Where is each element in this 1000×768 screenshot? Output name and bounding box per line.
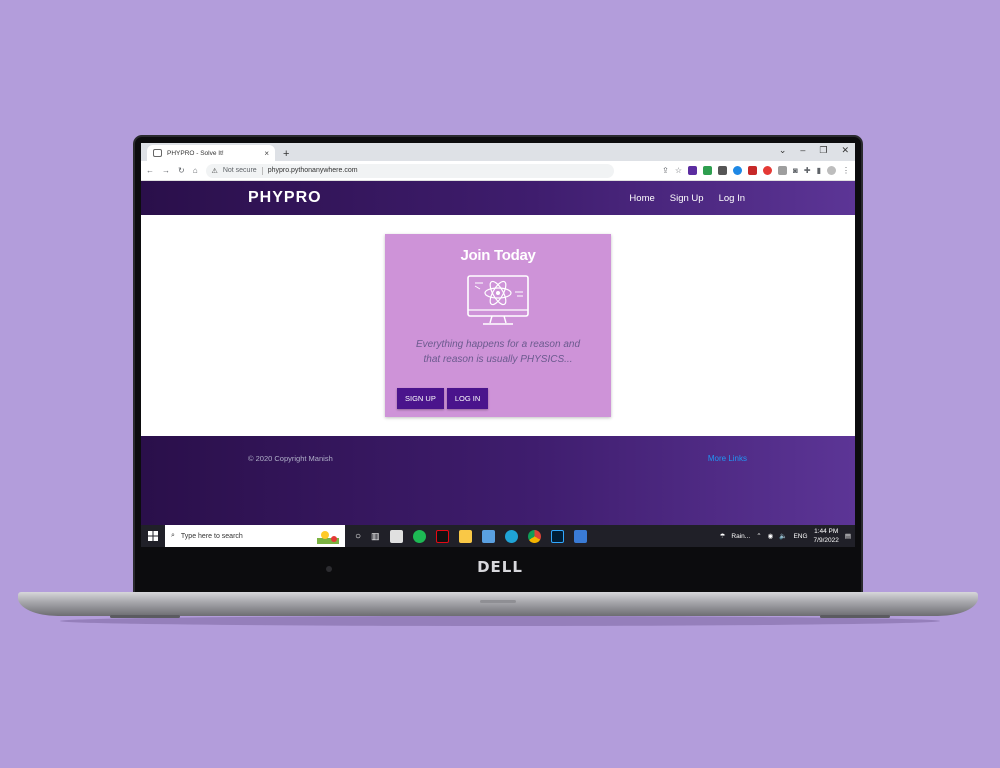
extension-icon[interactable] <box>703 166 713 175</box>
extension-icon[interactable] <box>748 166 758 175</box>
laptop-hinge-notch <box>480 600 516 603</box>
search-placeholder: Type here to search <box>180 532 243 540</box>
address-bar[interactable]: ⚠ Not secure phypro.pythonanywhere.com <box>205 163 615 178</box>
taskbar-search[interactable]: ⌕ Type here to search <box>165 525 345 547</box>
windows-taskbar: ⌕ Type here to search ○ ▥ ☂ Rain... ⌃ ◉ … <box>141 525 855 547</box>
site-footer: © 2020 Copyright Manish More Links <box>141 436 855 525</box>
tab-search-icon[interactable]: ⌄ <box>779 145 787 156</box>
profile-avatar[interactable] <box>827 166 836 175</box>
photos-icon[interactable] <box>573 529 587 543</box>
extension-icon[interactable] <box>688 166 698 175</box>
window-controls: ⌄ – ❐ ✕ <box>779 145 849 156</box>
webcam <box>326 566 332 572</box>
favicon-icon <box>153 149 162 157</box>
warning-icon: ⚠ <box>211 167 218 175</box>
browser-toolbar: ← → ↻ ⌂ ⚠ Not secure phypro.pythonanywhe… <box>141 161 855 181</box>
taskbar-apps: ○ ▥ <box>345 529 587 543</box>
card-title: Join Today <box>460 247 536 264</box>
bookmark-star-icon[interactable]: ☆ <box>675 166 682 175</box>
laptop-shadow <box>60 616 940 626</box>
show-hidden-icons-icon[interactable]: ⌃ <box>756 532 761 540</box>
camera-icon[interactable]: ◙ <box>793 166 798 175</box>
more-links-link[interactable]: More Links <box>708 454 747 463</box>
close-tab-icon[interactable]: × <box>264 149 269 158</box>
extension-icon[interactable] <box>778 166 788 175</box>
network-icon[interactable]: ◉ <box>768 532 774 540</box>
close-window-icon[interactable]: ✕ <box>841 145 849 156</box>
menu-dots-icon[interactable]: ⋮ <box>842 166 850 175</box>
extension-icon[interactable] <box>733 166 743 175</box>
minimize-icon[interactable]: – <box>800 145 805 156</box>
extension-icon[interactable] <box>718 166 728 175</box>
nav-home-link[interactable]: Home <box>629 193 654 204</box>
login-button[interactable]: LOG IN <box>446 388 489 409</box>
notifications-icon[interactable]: ▤ <box>845 532 851 540</box>
weather-text[interactable]: Rain... <box>731 533 750 540</box>
main-content: Join Today Everything happens for a reas… <box>141 215 855 436</box>
address-divider <box>261 166 263 175</box>
spotify-icon[interactable] <box>412 529 426 543</box>
laptop-base <box>18 592 978 616</box>
search-icon: ⌕ <box>171 532 175 539</box>
start-button[interactable] <box>141 531 165 541</box>
search-highlight-icon <box>317 531 339 544</box>
speaker-grille-right <box>820 615 890 618</box>
system-tray: ☂ Rain... ⌃ ◉ 🔈 ENG 1:44 PM 7/9/2022 ▤ <box>720 527 855 545</box>
cortana-icon[interactable]: ○ <box>355 531 361 542</box>
laptop-brand-logo: DELL <box>477 558 523 576</box>
card-buttons: SIGN UP LOG IN <box>397 388 489 409</box>
signup-button[interactable]: SIGN UP <box>397 388 444 409</box>
edge-icon[interactable] <box>504 529 518 543</box>
site-navbar: PHYPRO Home Sign Up Log In <box>141 181 855 215</box>
netflix-icon[interactable] <box>435 529 449 543</box>
windows-logo-icon <box>148 531 158 541</box>
language-indicator[interactable]: ENG <box>793 533 807 540</box>
clock-date: 7/9/2022 <box>813 537 839 544</box>
site-nav: Home Sign Up Log In <box>629 193 745 204</box>
volume-icon[interactable]: 🔈 <box>779 532 787 540</box>
join-card: Join Today Everything happens for a reas… <box>385 234 611 417</box>
card-quote: Everything happens for a reason and that… <box>416 339 580 365</box>
browser-tab[interactable]: PHYPRO - Solve It! × <box>147 145 275 161</box>
side-panel-icon[interactable]: ▮ <box>817 166 821 175</box>
nav-signup-link[interactable]: Sign Up <box>670 193 704 204</box>
mail-icon[interactable] <box>481 529 495 543</box>
forward-icon[interactable]: → <box>162 166 170 175</box>
store-icon[interactable] <box>389 529 403 543</box>
puzzle-extensions-icon[interactable]: ✚ <box>804 166 811 175</box>
share-icon[interactable]: ⇪ <box>662 166 669 175</box>
site-logo[interactable]: PHYPRO <box>248 189 322 207</box>
clock-time: 1:44 PM <box>814 528 839 535</box>
speaker-grille-left <box>110 615 180 618</box>
weather-icon: ☂ <box>719 533 726 540</box>
restore-icon[interactable]: ❐ <box>819 145 827 156</box>
security-label: Not secure <box>222 167 257 174</box>
laptop-screen: PHYPRO - Solve It! × + ⌄ – ❐ ✕ ← → ↻ ⌂ ⚠… <box>141 143 855 547</box>
browser-tab-bar: PHYPRO - Solve It! × + ⌄ – ❐ ✕ <box>141 143 855 161</box>
nav-login-link[interactable]: Log In <box>719 193 745 204</box>
reload-icon[interactable]: ↻ <box>178 166 185 175</box>
new-tab-button[interactable]: + <box>283 148 289 160</box>
task-view-icon[interactable]: ▥ <box>371 531 380 542</box>
taskbar-clock[interactable]: 1:44 PM 7/9/2022 <box>814 527 839 545</box>
extension-icons: ⇪ ☆ ◙ ✚ ▮ ⋮ <box>662 166 850 175</box>
file-explorer-icon[interactable] <box>458 529 472 543</box>
extension-icon[interactable] <box>763 166 773 175</box>
footer-copyright: © 2020 Copyright Manish <box>248 454 333 463</box>
atom-monitor-icon <box>467 275 529 325</box>
home-icon[interactable]: ⌂ <box>193 166 198 175</box>
photoshop-icon[interactable] <box>550 529 564 543</box>
back-icon[interactable]: ← <box>146 166 154 175</box>
chrome-icon[interactable] <box>527 529 541 543</box>
tab-title: PHYPRO - Solve It! <box>167 149 224 157</box>
url-text: phypro.pythonanywhere.com <box>267 167 358 174</box>
